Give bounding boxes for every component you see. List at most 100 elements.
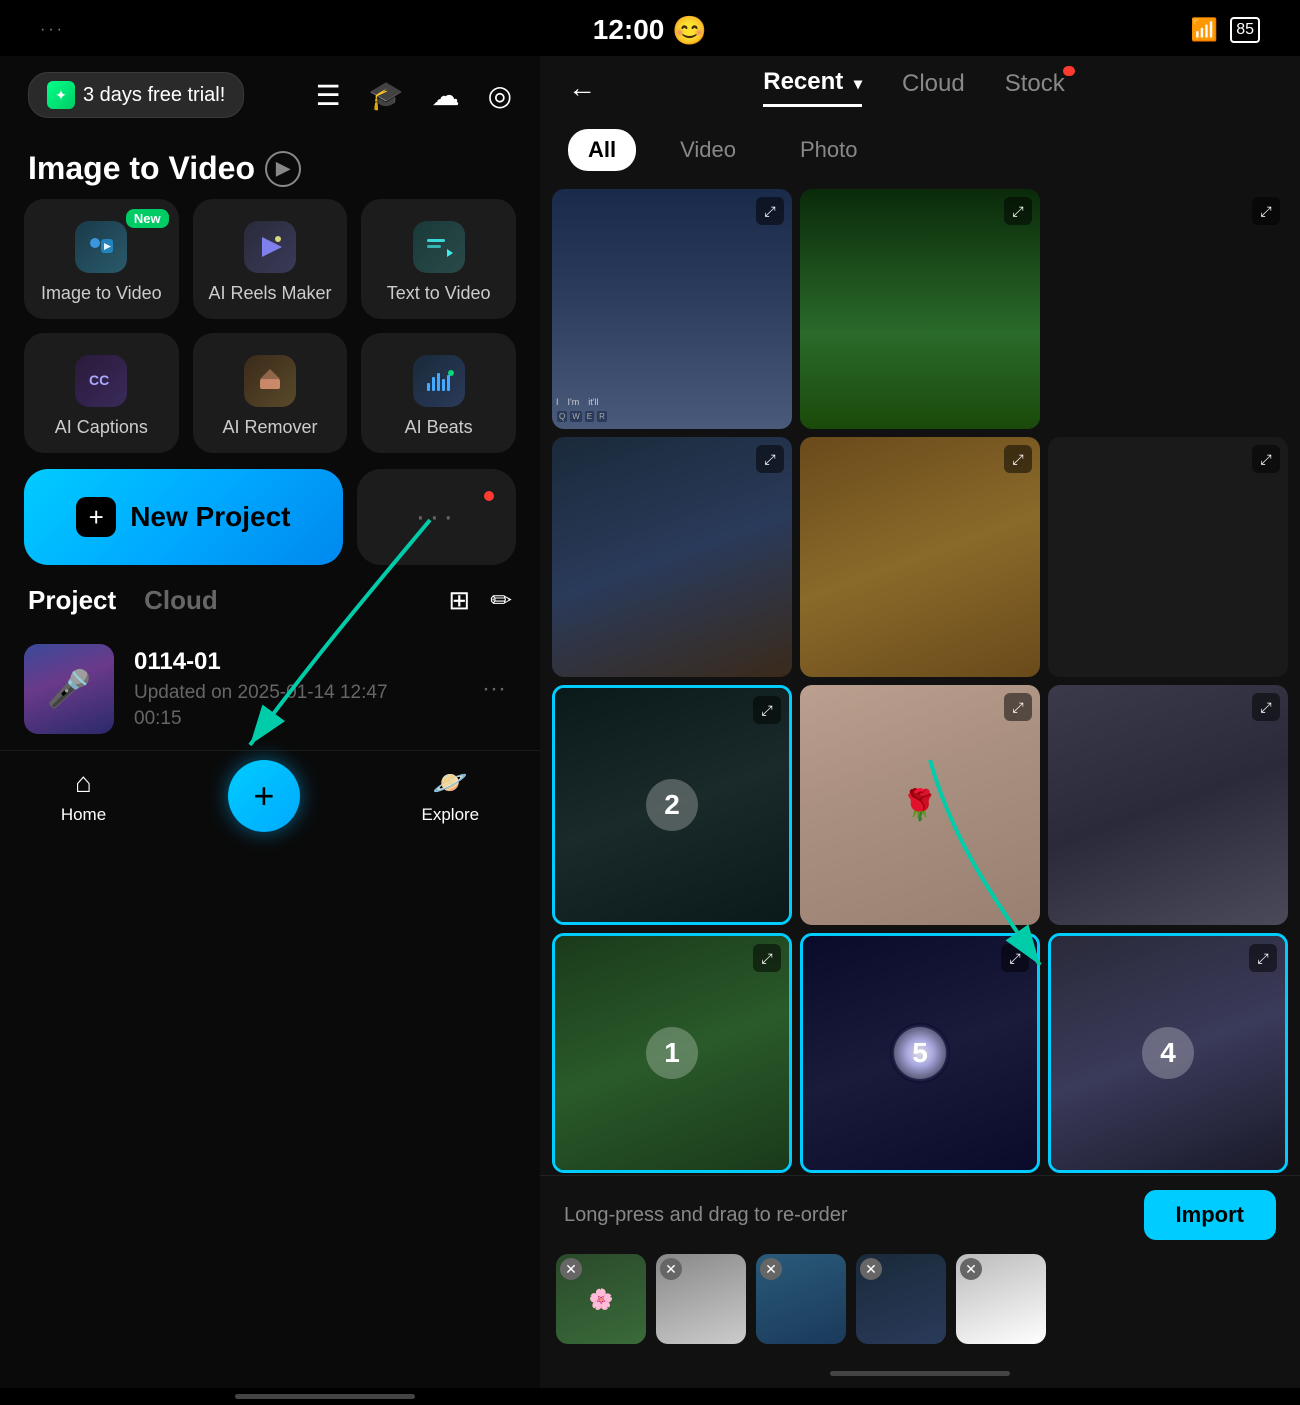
- expand-icon[interactable]: ⤢: [1004, 693, 1032, 721]
- cloud-icon[interactable]: ☁: [432, 79, 460, 112]
- strip-item[interactable]: 🌸 ✕: [556, 1254, 646, 1344]
- media-cell[interactable]: ⤢: [552, 437, 792, 677]
- media-cell[interactable]: ⤢: [800, 189, 1040, 429]
- strip-item[interactable]: ✕: [956, 1254, 1046, 1344]
- strip-item[interactable]: ✕: [656, 1254, 746, 1344]
- feature-card-ai-remover[interactable]: AI Remover: [193, 333, 348, 453]
- expand-icon[interactable]: ⤢: [1004, 197, 1032, 225]
- selected-strip: 🌸 ✕ ✕ ✕ ✕: [540, 1254, 1300, 1358]
- more-options-card[interactable]: ···: [357, 469, 516, 565]
- home-indicators: [0, 1388, 1300, 1405]
- expand-icon[interactable]: ⤢: [1252, 693, 1280, 721]
- home-label: Home: [61, 805, 106, 825]
- expand-icon[interactable]: ⤢: [756, 445, 784, 473]
- order-badge: 1: [646, 1027, 698, 1079]
- edit-icon[interactable]: ✏: [490, 585, 512, 616]
- media-cell[interactable]: ⤢: [1048, 685, 1288, 925]
- home-indicator-right: [830, 1371, 1010, 1376]
- filter-photo[interactable]: Photo: [780, 129, 878, 171]
- grid-row: ⤢ ⤢ ⤢: [552, 437, 1288, 677]
- media-grid: I I'm it'll Q W E R ⤢ ⤢: [540, 181, 1300, 1175]
- menu-icon[interactable]: ☰: [316, 79, 341, 112]
- info-icon[interactable]: ▶: [265, 151, 301, 187]
- strip-remove-icon[interactable]: ✕: [960, 1258, 982, 1280]
- expand-icon[interactable]: ⤢: [1252, 445, 1280, 473]
- media-cell[interactable]: 🌹 ⤢: [800, 685, 1040, 925]
- project-more-icon[interactable]: ···: [472, 665, 516, 713]
- feature-card-text-to-video[interactable]: Text to Video: [361, 199, 516, 319]
- order-badge: 4: [1142, 1027, 1194, 1079]
- strip-item[interactable]: ✕: [856, 1254, 946, 1344]
- project-date: Updated on 2025-01-14 12:47: [134, 682, 452, 704]
- strip-remove-icon[interactable]: ✕: [760, 1258, 782, 1280]
- top-icons: ☰ 🎓 ☁ ◎: [316, 79, 512, 112]
- import-button[interactable]: Import: [1144, 1190, 1276, 1240]
- media-cell-selected[interactable]: 5 ⤢: [800, 933, 1040, 1173]
- feature-card-label: AI Reels Maker: [208, 283, 331, 304]
- nav-new-button[interactable]: +: [228, 760, 300, 832]
- media-cell[interactable]: ⤢: [1048, 189, 1288, 429]
- project-name: 0114-01: [134, 648, 452, 676]
- media-cell-selected[interactable]: 2 ⤢: [552, 685, 792, 925]
- expand-icon[interactable]: ⤢: [1252, 197, 1280, 225]
- feature-card-ai-captions[interactable]: CC AI Captions: [24, 333, 179, 453]
- project-tabs-row: Project Cloud ⊞ ✏: [0, 585, 540, 628]
- strip-remove-icon[interactable]: ✕: [560, 1258, 582, 1280]
- media-cell-selected[interactable]: 4 ⤢: [1048, 933, 1288, 1173]
- expand-icon[interactable]: ⤢: [1004, 445, 1032, 473]
- ai-beats-icon: [413, 355, 465, 407]
- trial-badge[interactable]: ✦ 3 days free trial!: [28, 72, 244, 118]
- media-cell[interactable]: ⤢: [800, 437, 1040, 677]
- nav-item-home[interactable]: ⌂ Home: [61, 767, 106, 825]
- tab-cloud[interactable]: Cloud: [902, 70, 965, 106]
- media-cell-selected[interactable]: 1 ⤢: [552, 933, 792, 1173]
- back-button[interactable]: ←: [568, 72, 596, 104]
- tab-recent[interactable]: Recent ▾: [763, 68, 862, 107]
- import-section: Long-press and drag to re-order Import 🌸…: [540, 1175, 1300, 1358]
- media-cell[interactable]: I I'm it'll Q W E R ⤢: [552, 189, 792, 429]
- home-indicator-left: [235, 1394, 415, 1399]
- project-item[interactable]: 🎤 0114-01 Updated on 2025-01-14 12:47 00…: [24, 628, 516, 750]
- feature-card-label: AI Captions: [55, 417, 148, 438]
- grid-view-icon[interactable]: ⊞: [448, 585, 470, 616]
- tab-project[interactable]: Project: [28, 585, 116, 616]
- status-time: 12:00 😊: [593, 14, 708, 47]
- explore-icon: 🪐: [433, 766, 468, 799]
- image-to-video-icon: [75, 221, 127, 273]
- section-title: Image to Video ▶: [0, 134, 540, 199]
- strip-remove-icon[interactable]: ✕: [660, 1258, 682, 1280]
- notification-dot: [484, 491, 494, 501]
- project-thumb-img: 🎤: [24, 644, 114, 734]
- hat-icon[interactable]: 🎓: [369, 79, 404, 112]
- feature-card-ai-reels[interactable]: AI Reels Maker: [193, 199, 348, 319]
- feature-card-label: Image to Video: [41, 283, 162, 304]
- feature-card-label: Text to Video: [387, 283, 491, 304]
- bottom-nav: ⌂ Home + 🪐 Explore: [0, 750, 540, 860]
- tab-cloud[interactable]: Cloud: [144, 585, 218, 616]
- new-project-button[interactable]: + New Project: [24, 469, 343, 565]
- filter-all[interactable]: All: [568, 129, 636, 171]
- expand-icon[interactable]: ⤢: [753, 696, 781, 724]
- nav-item-explore[interactable]: 🪐 Explore: [422, 766, 480, 825]
- feature-card-ai-beats[interactable]: AI Beats: [361, 333, 516, 453]
- feature-card-image-to-video[interactable]: Image to Video New: [24, 199, 179, 319]
- filter-video[interactable]: Video: [660, 129, 756, 171]
- tab-stock[interactable]: Stock: [1005, 70, 1065, 106]
- ai-captions-icon: CC: [75, 355, 127, 407]
- ai-remover-icon: [244, 355, 296, 407]
- filter-tabs: All Video Photo: [540, 119, 1300, 181]
- chat-icon[interactable]: ◎: [488, 79, 512, 112]
- media-cell[interactable]: ⤢: [1048, 437, 1288, 677]
- expand-icon[interactable]: ⤢: [756, 197, 784, 225]
- left-top-bar: ✦ 3 days free trial! ☰ 🎓 ☁ ◎: [0, 56, 540, 134]
- expand-icon[interactable]: ⤢: [1249, 944, 1277, 972]
- expand-icon[interactable]: ⤢: [753, 944, 781, 972]
- wifi-icon: 📶: [1191, 17, 1218, 43]
- strip-item[interactable]: ✕: [756, 1254, 846, 1344]
- battery-icon: 85: [1230, 17, 1260, 43]
- strip-remove-icon[interactable]: ✕: [860, 1258, 882, 1280]
- grid-row: 1 ⤢ 5 ⤢ 4 ⤢: [552, 933, 1288, 1173]
- expand-icon[interactable]: ⤢: [1001, 944, 1029, 972]
- three-dots-icon: ···: [415, 500, 457, 534]
- project-duration: 00:15: [134, 708, 452, 730]
